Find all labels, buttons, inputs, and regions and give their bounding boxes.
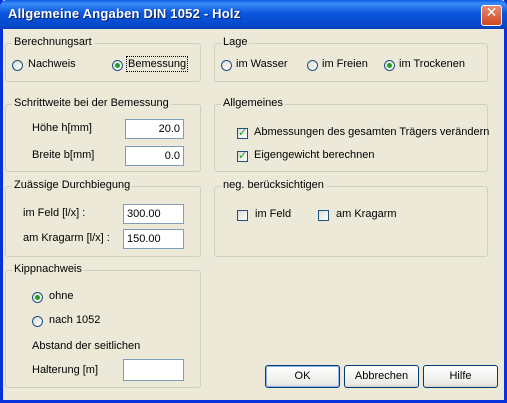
legend-berechnungsart: Berechnungsart — [12, 36, 94, 48]
group-berechnungsart: Berechnungsart Nachweis Bemessung — [5, 36, 201, 82]
label-im-freien[interactable]: im Freien — [322, 58, 368, 70]
ok-button[interactable]: OK — [265, 365, 340, 388]
radio-nachweis[interactable] — [12, 60, 23, 71]
abbrechen-button[interactable]: Abbrechen — [344, 365, 419, 388]
label-eigengewicht[interactable]: Eigengewicht berechnen — [254, 149, 374, 161]
group-kippnachweis: Kippnachweis ohne nach 1052 Abstand der … — [5, 263, 201, 388]
dialog-window: Allgemeine Angaben DIN 1052 - Holz ✕ Ber… — [0, 0, 507, 403]
radio-im-freien[interactable] — [307, 60, 318, 71]
legend-kippnachweis: Kippnachweis — [12, 263, 84, 275]
label-abstand: Abstand der seitlichen — [32, 340, 141, 352]
window-title: Allgemeine Angaben DIN 1052 - Holz — [8, 6, 241, 21]
title-bar[interactable]: Allgemeine Angaben DIN 1052 - Holz ✕ — [0, 0, 507, 29]
group-schrittweite: Schrittweite bei der Bemessung Höhe h[mm… — [5, 97, 201, 172]
label-halterung: Halterung [m] — [32, 364, 99, 376]
radio-im-trockenen[interactable] — [384, 60, 395, 71]
checkbox-eigengewicht[interactable]: ✓ — [237, 149, 248, 162]
radio-bemessung[interactable] — [112, 60, 123, 71]
group-allgemeines: Allgemeines ✓ Abmessungen des gesamten T… — [214, 97, 489, 172]
radio-nach-1052[interactable] — [32, 316, 43, 327]
label-nachweis[interactable]: Nachweis — [28, 58, 76, 70]
label-hoehe: Höhe h[mm] — [32, 122, 92, 134]
halterung-input[interactable] — [123, 359, 184, 381]
checkbox-abmessungen[interactable]: ✓ — [237, 126, 248, 139]
breite-input[interactable]: 0.0 — [125, 146, 184, 166]
hilfe-button[interactable]: Hilfe — [423, 365, 498, 388]
checkmark-icon: ✓ — [238, 126, 248, 139]
legend-lage: Lage — [221, 36, 250, 48]
checkbox-neg-im-feld[interactable] — [237, 210, 248, 221]
radio-im-wasser[interactable] — [221, 60, 232, 71]
legend-neg: neg. berücksichtigen — [221, 179, 326, 191]
group-neg: neg. berücksichtigen im Feld am Kragarm — [214, 179, 488, 257]
checkmark-icon: ✓ — [238, 149, 248, 162]
radio-ohne[interactable] — [32, 292, 43, 303]
label-abmessungen[interactable]: Abmessungen des gesamten Trägers verände… — [254, 126, 489, 138]
label-im-wasser[interactable]: im Wasser — [236, 58, 288, 70]
close-button[interactable]: ✕ — [481, 5, 502, 26]
kragarm-lx-input[interactable]: 150.00 — [123, 229, 184, 249]
group-lage: Lage im Wasser im Freien im Trockenen — [214, 36, 488, 82]
label-im-feld-lx: im Feld [l/x] : — [23, 207, 86, 219]
feld-lx-input[interactable]: 300.00 — [123, 204, 184, 224]
label-am-kragarm-lx: am Kragarm [l/x] : — [23, 232, 110, 244]
label-breite: Breite b[mm] — [32, 149, 95, 161]
label-nach-1052[interactable]: nach 1052 — [49, 314, 100, 326]
legend-allgemeines: Allgemeines — [221, 97, 285, 109]
label-neg-am-kragarm[interactable]: am Kragarm — [336, 208, 397, 220]
hoehe-input[interactable]: 20.0 — [125, 119, 184, 139]
label-im-trockenen[interactable]: im Trockenen — [399, 58, 465, 70]
checkbox-neg-am-kragarm[interactable] — [318, 210, 329, 221]
label-neg-im-feld[interactable]: im Feld — [255, 208, 291, 220]
label-ohne[interactable]: ohne — [49, 290, 73, 302]
legend-durchbiegung: Zuässige Durchbiegung — [12, 179, 133, 191]
close-icon: ✕ — [485, 5, 498, 21]
group-durchbiegung: Zuässige Durchbiegung im Feld [l/x] : 30… — [5, 179, 201, 257]
dialog-client: Berechnungsart Nachweis Bemessung Lage i… — [3, 29, 504, 400]
legend-schrittweite: Schrittweite bei der Bemessung — [12, 97, 171, 109]
label-bemessung[interactable]: Bemessung — [125, 56, 189, 72]
